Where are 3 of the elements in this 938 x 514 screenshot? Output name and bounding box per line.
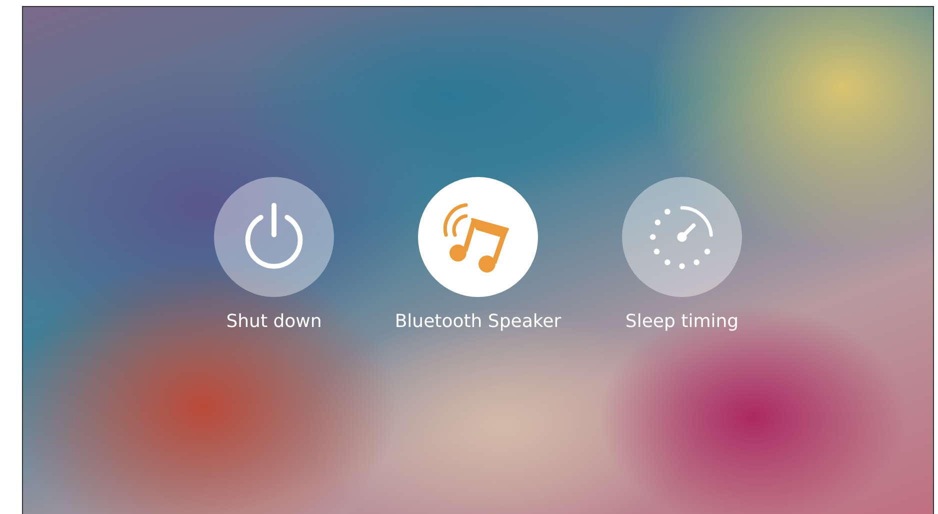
option-label: Shut down — [226, 311, 322, 332]
option-label: Bluetooth Speaker — [394, 311, 562, 332]
option-label: Sleep timing — [625, 311, 739, 332]
